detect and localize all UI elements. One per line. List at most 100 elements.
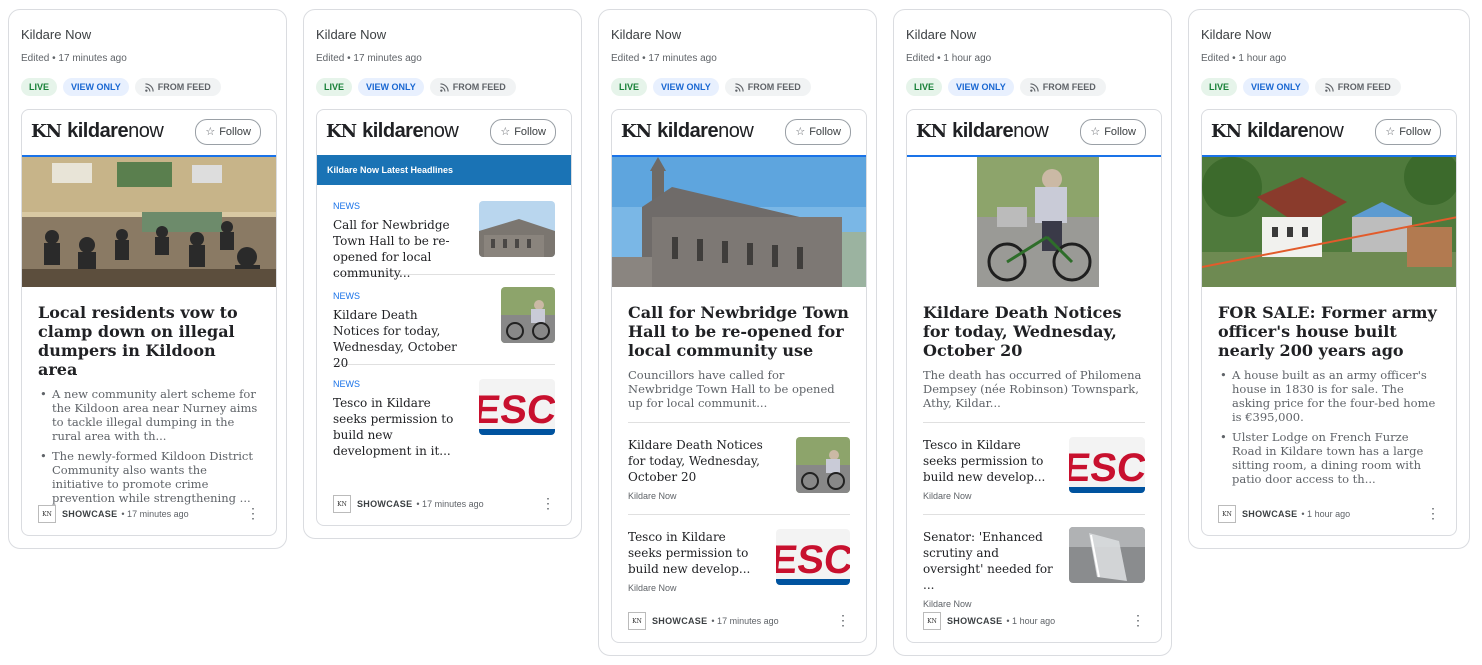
kildare-now-logo: KN kildarenow (1211, 120, 1344, 143)
more-options-icon[interactable]: ⋮ (541, 496, 555, 510)
view-only-chip: VIEW ONLY (358, 78, 424, 96)
panel-5[interactable]: Kildare Now Edited • 1 hour ago LIVE VIE… (1188, 9, 1470, 549)
follow-label: Follow (1399, 126, 1431, 138)
from-feed-label: FROM FEED (1337, 82, 1391, 92)
star-icon: ☆ (1385, 126, 1396, 138)
panel-title: Kildare Now (21, 27, 92, 42)
panel-3[interactable]: Kildare Now Edited • 17 minutes ago LIVE… (598, 9, 877, 656)
thumbnail-church (479, 201, 555, 257)
source-time: • 1 hour ago (1006, 616, 1056, 626)
story-card[interactable]: KN kildarenow ☆ Follow (906, 109, 1162, 643)
from-feed-label: FROM FEED (157, 82, 211, 92)
rss-icon (144, 82, 154, 92)
chip-row: LIVE VIEW ONLY FROM FEED (316, 78, 516, 96)
source-icon: KN (923, 612, 941, 630)
panel-edited-meta: Edited • 1 hour ago (906, 53, 992, 64)
more-options-icon[interactable]: ⋮ (1131, 613, 1145, 627)
panel-2[interactable]: Kildare Now Edited • 17 minutes ago LIVE… (303, 9, 582, 539)
story-headline[interactable]: Call for Newbridge Town Hall to be re-op… (628, 303, 850, 360)
live-chip: LIVE (316, 78, 353, 96)
from-feed-label: FROM FEED (452, 82, 506, 92)
follow-label: Follow (1104, 126, 1136, 138)
thumbnail-glass (1069, 527, 1145, 583)
headlines-card[interactable]: KN kildarenow ☆ Follow Kildare Now Latest… (316, 109, 572, 526)
panel-title: Kildare Now (906, 27, 977, 42)
more-options-icon[interactable]: ⋮ (246, 506, 260, 520)
card-footer: KN SHOWCASE • 17 minutes ago ⋮ (22, 497, 276, 531)
headline-item[interactable]: NEWS Call for Newbridge Town Hall to be … (333, 185, 555, 280)
follow-button[interactable]: ☆ Follow (1080, 119, 1146, 145)
logo-kn-mark: KN (1211, 121, 1242, 142)
star-icon: ☆ (205, 126, 216, 138)
card-footer: KN SHOWCASE • 17 minutes ago ⋮ (612, 604, 866, 638)
story-card[interactable]: KN kildarenow ☆ Follow (1201, 109, 1457, 536)
rss-icon (1029, 82, 1039, 92)
more-options-icon[interactable]: ⋮ (1426, 506, 1440, 520)
logo-word-light: now (1308, 120, 1344, 142)
card-header: KN kildarenow ☆ Follow (1202, 110, 1456, 157)
item-title: Tesco in Kildare seeks permission to bui… (628, 530, 751, 576)
panel-4[interactable]: Kildare Now Edited • 1 hour ago LIVE VIE… (893, 9, 1172, 656)
story-description: The death has occurred of Philomena Demp… (923, 368, 1142, 410)
source-name: SHOWCASE (1242, 509, 1298, 519)
card-header: KN kildarenow ☆ Follow (22, 110, 276, 157)
kildare-now-logo: KN kildarenow (621, 120, 754, 143)
follow-button[interactable]: ☆ Follow (785, 119, 851, 145)
headline-item[interactable]: NEWS Tesco in Kildare seeks permission t… (333, 365, 555, 458)
story-headline[interactable]: Kildare Death Notices for today, Wednesd… (923, 303, 1145, 360)
card-header: KN kildarenow ☆ Follow (907, 110, 1161, 157)
follow-label: Follow (514, 126, 546, 138)
headline-item[interactable]: NEWS Kildare Death Notices for today, We… (333, 275, 555, 370)
hero-image-meeting-hall[interactable] (22, 157, 276, 287)
svg-text:ESC: ESC (479, 388, 555, 432)
logo-word-light: now (1013, 120, 1049, 142)
source-time: • 17 minutes ago (711, 616, 779, 626)
view-only-chip: VIEW ONLY (1243, 78, 1309, 96)
related-item[interactable]: Senator: 'Enhanced scrutiny and oversigh… (923, 515, 1145, 609)
thumbnail-tesco-sign: ESC (776, 529, 850, 585)
view-only-chip: VIEW ONLY (653, 78, 719, 96)
from-feed-chip: FROM FEED (134, 78, 221, 96)
hero-image-cyclist[interactable] (907, 157, 1161, 287)
related-item[interactable]: Kildare Death Notices for today, Wednesd… (628, 423, 850, 515)
rss-icon (734, 82, 744, 92)
story-headline[interactable]: FOR SALE: Former army officer's house bu… (1218, 303, 1440, 360)
chip-row: LIVE VIEW ONLY FROM FEED (611, 78, 811, 96)
panel-title: Kildare Now (611, 27, 682, 42)
story-card[interactable]: KN kildarenow ☆ Follow (21, 109, 277, 536)
rss-icon (439, 82, 449, 92)
item-title: Kildare Death Notices for today, Wednesd… (628, 438, 763, 484)
related-item[interactable]: Tesco in Kildare seeks permission to bui… (628, 515, 850, 605)
logo-word-bold: kildare (1247, 120, 1309, 142)
related-item[interactable]: Tesco in Kildare seeks permission to bui… (923, 423, 1145, 515)
logo-kn-mark: KN (326, 121, 357, 142)
story-card[interactable]: KN kildarenow ☆ Follow (611, 109, 867, 643)
panel-edited-meta: Edited • 17 minutes ago (21, 53, 127, 64)
from-feed-chip: FROM FEED (724, 78, 811, 96)
bullet-item: A house built as an army officer's house… (1218, 368, 1440, 424)
hero-image-aerial-house[interactable] (1202, 157, 1456, 287)
source-icon: KN (628, 612, 646, 630)
chip-row: LIVE VIEW ONLY FROM FEED (21, 78, 221, 96)
card-header: KN kildarenow ☆ Follow (317, 110, 571, 155)
chip-row: LIVE VIEW ONLY FROM FEED (1201, 78, 1401, 96)
source-time: • 1 hour ago (1301, 509, 1351, 519)
panel-edited-meta: Edited • 17 minutes ago (316, 53, 422, 64)
live-chip: LIVE (906, 78, 943, 96)
story-headline[interactable]: Local residents vow to clamp down on ill… (38, 303, 260, 379)
panel-1[interactable]: Kildare Now Edited • 17 minutes ago LIVE… (8, 9, 287, 549)
follow-button[interactable]: ☆ Follow (490, 119, 556, 145)
hero-image-church[interactable] (612, 157, 866, 287)
from-feed-chip: FROM FEED (1019, 78, 1106, 96)
from-feed-chip: FROM FEED (1314, 78, 1401, 96)
panel-edited-meta: Edited • 1 hour ago (1201, 53, 1287, 64)
follow-button[interactable]: ☆ Follow (1375, 119, 1441, 145)
more-options-icon[interactable]: ⋮ (836, 613, 850, 627)
from-feed-label: FROM FEED (747, 82, 801, 92)
logo-word-bold: kildare (657, 120, 719, 142)
follow-button[interactable]: ☆ Follow (195, 119, 261, 145)
logo-kn-mark: KN (621, 121, 652, 142)
logo-kn-mark: KN (916, 121, 947, 142)
live-chip: LIVE (1201, 78, 1238, 96)
item-title: Senator: 'Enhanced scrutiny and oversigh… (923, 530, 1053, 592)
